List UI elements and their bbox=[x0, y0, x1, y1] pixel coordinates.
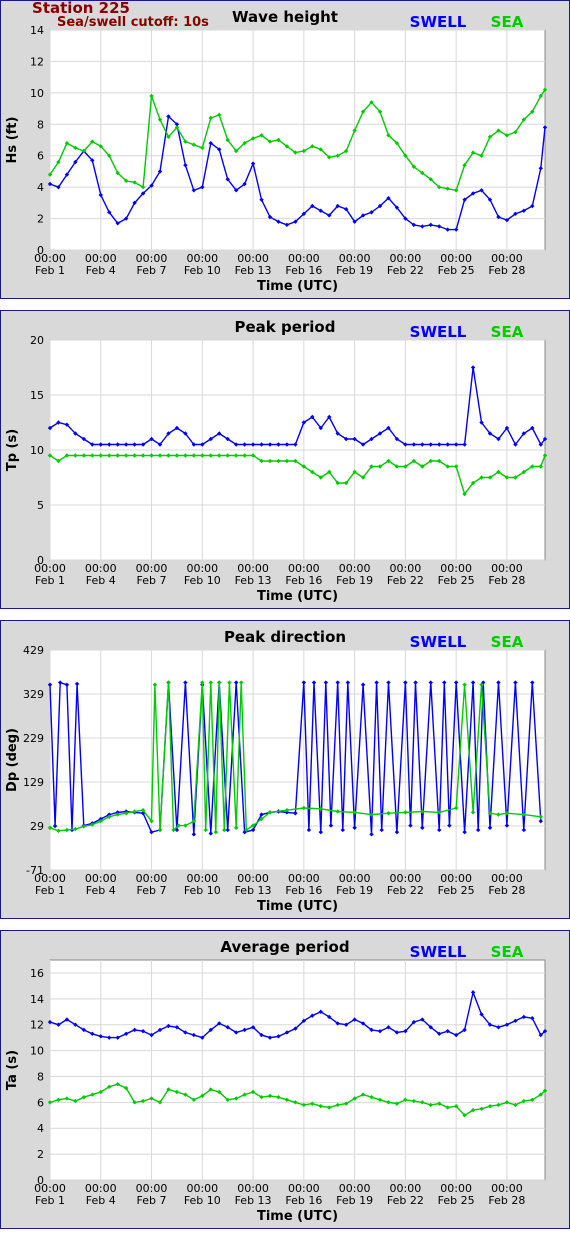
station-subtitle: Sea/swell cutoff: 10s bbox=[57, 15, 209, 30]
x-tick-date: Feb 4 bbox=[86, 574, 116, 587]
y-tick-label: 8 bbox=[37, 1070, 44, 1083]
y-axis-label: Hs (ft) bbox=[5, 117, 20, 164]
x-tick-date: Feb 19 bbox=[336, 574, 373, 587]
y-tick-label: 10 bbox=[30, 444, 44, 457]
x-tick-date: Feb 25 bbox=[438, 1194, 475, 1207]
station-title: Station 225 bbox=[32, 0, 130, 17]
legend-sea: SEA bbox=[491, 13, 524, 31]
x-tick-date: Feb 1 bbox=[35, 574, 65, 587]
y-tick-label: 15 bbox=[30, 389, 44, 402]
x-tick-date: Feb 16 bbox=[285, 264, 322, 277]
y-tick-label: 129 bbox=[23, 776, 44, 789]
x-tick-date: Feb 19 bbox=[336, 1194, 373, 1207]
wave-height-chart: 0246810121400:00Feb 100:00Feb 400:00Feb … bbox=[5, 8, 548, 294]
y-tick-label: 4 bbox=[37, 1122, 44, 1135]
x-tick-date: Feb 16 bbox=[285, 574, 322, 587]
y-axis-label: Ta (s) bbox=[5, 1050, 20, 1090]
average-period-panel: 0 2 4 6 8 10 12 14 16 00:00 Feb 1 00:00 Feb 4 00:00 Fe… bbox=[0, 930, 570, 1229]
x-tick-date: Feb 22 bbox=[387, 574, 424, 587]
x-tick-date: Feb 25 bbox=[438, 264, 475, 277]
legend-swell: SWELL bbox=[410, 633, 467, 651]
peak-period-chart: 0510152000:00Feb 100:00Feb 400:00Feb 700… bbox=[5, 318, 548, 604]
x-tick-date: Feb 28 bbox=[488, 574, 525, 587]
x-tick-date: Feb 1 bbox=[35, 884, 65, 897]
x-tick-date: Feb 10 bbox=[184, 884, 221, 897]
x-tick-date: Feb 16 bbox=[285, 1194, 322, 1207]
chart-title: Peak period bbox=[235, 318, 336, 336]
x-tick-date: Feb 13 bbox=[235, 574, 272, 587]
x-tick-date: Feb 4 bbox=[86, 264, 116, 277]
x-tick-date: Feb 1 bbox=[35, 1194, 65, 1207]
y-tick-label: 12 bbox=[30, 1019, 44, 1032]
legend-swell: SWELL bbox=[410, 13, 467, 31]
x-tick-date: Feb 22 bbox=[387, 884, 424, 897]
y-tick-label: 429 bbox=[23, 644, 44, 657]
y-tick-label: 6 bbox=[37, 150, 44, 163]
y-tick-label: 2 bbox=[37, 1148, 44, 1161]
y-tick-label: 10 bbox=[30, 1045, 44, 1058]
y-tick-label: 5 bbox=[37, 499, 44, 512]
x-tick-date: Feb 28 bbox=[488, 884, 525, 897]
chart-title: Peak direction bbox=[224, 628, 346, 646]
peak-direction-panel: -71 29 129 229 329 429 00:00 Feb 1 00:00 Feb 4 00:… bbox=[0, 620, 570, 919]
x-tick-date: Feb 7 bbox=[137, 1194, 167, 1207]
y-axis-label: Dp (deg) bbox=[5, 728, 20, 792]
y-tick-label: 16 bbox=[30, 967, 44, 980]
x-axis-label: Time (UTC) bbox=[257, 589, 338, 604]
y-tick-label: 20 bbox=[30, 334, 44, 347]
plot-area bbox=[49, 29, 546, 251]
x-tick-date: Feb 28 bbox=[488, 1194, 525, 1207]
x-axis-label: Time (UTC) bbox=[257, 1209, 338, 1224]
x-tick-date: Feb 4 bbox=[86, 884, 116, 897]
x-tick-date: Feb 19 bbox=[336, 884, 373, 897]
average-period-chart: 024681012141600:00Feb 100:00Feb 400:00Fe… bbox=[5, 938, 548, 1224]
legend-sea: SEA bbox=[491, 943, 524, 961]
x-tick-date: Feb 22 bbox=[387, 1194, 424, 1207]
x-axis-label: Time (UTC) bbox=[257, 279, 338, 294]
legend-swell: SWELL bbox=[410, 943, 467, 961]
x-tick-date: Feb 10 bbox=[184, 1194, 221, 1207]
x-tick-date: Feb 13 bbox=[235, 1194, 272, 1207]
x-tick-date: Feb 25 bbox=[438, 884, 475, 897]
x-axis-label: Time (UTC) bbox=[257, 899, 338, 914]
x-tick-date: Feb 4 bbox=[86, 1194, 116, 1207]
x-tick-date: Feb 19 bbox=[336, 264, 373, 277]
y-tick-label: 2 bbox=[37, 213, 44, 226]
peak-direction-chart: -712912922932942900:00Feb 100:00Feb 400:… bbox=[5, 628, 546, 914]
y-tick-label: 4 bbox=[37, 181, 44, 194]
peak-period-panel: 0 5 10 15 20 00:00 Feb 1 00:00 Feb 4 00:00 Feb 7 00… bbox=[0, 310, 570, 609]
y-tick-label: 329 bbox=[23, 688, 44, 701]
legend-swell: SWELL bbox=[410, 323, 467, 341]
x-tick-date: Feb 7 bbox=[137, 884, 167, 897]
y-tick-label: 10 bbox=[30, 87, 44, 100]
x-tick-date: Feb 16 bbox=[285, 884, 322, 897]
x-tick-date: Feb 1 bbox=[35, 264, 65, 277]
plot-area bbox=[49, 649, 546, 871]
plot-area bbox=[49, 959, 546, 1181]
wave-height-panel: 0 2 4 6 8 10 12 14 00:00 Feb 1 00:00 Feb 4 00:00 Feb … bbox=[0, 0, 570, 299]
y-tick-label: 12 bbox=[30, 55, 44, 68]
legend-sea: SEA bbox=[491, 323, 524, 341]
y-tick-label: 6 bbox=[37, 1096, 44, 1109]
x-tick-date: Feb 28 bbox=[488, 264, 525, 277]
x-tick-date: Feb 10 bbox=[184, 264, 221, 277]
y-tick-label: 29 bbox=[30, 820, 44, 833]
x-tick-date: Feb 7 bbox=[137, 574, 167, 587]
legend-sea: SEA bbox=[491, 633, 524, 651]
chart-title: Average period bbox=[220, 938, 349, 956]
y-tick-label: 229 bbox=[23, 732, 44, 745]
y-tick-label: 8 bbox=[37, 118, 44, 131]
x-tick-date: Feb 22 bbox=[387, 264, 424, 277]
y-axis-label: Tp (s) bbox=[5, 429, 20, 471]
x-tick-date: Feb 10 bbox=[184, 574, 221, 587]
x-tick-date: Feb 13 bbox=[235, 264, 272, 277]
x-tick-date: Feb 7 bbox=[137, 264, 167, 277]
x-tick-date: Feb 25 bbox=[438, 574, 475, 587]
y-tick-label: 14 bbox=[30, 993, 44, 1006]
x-tick-date: Feb 13 bbox=[235, 884, 272, 897]
